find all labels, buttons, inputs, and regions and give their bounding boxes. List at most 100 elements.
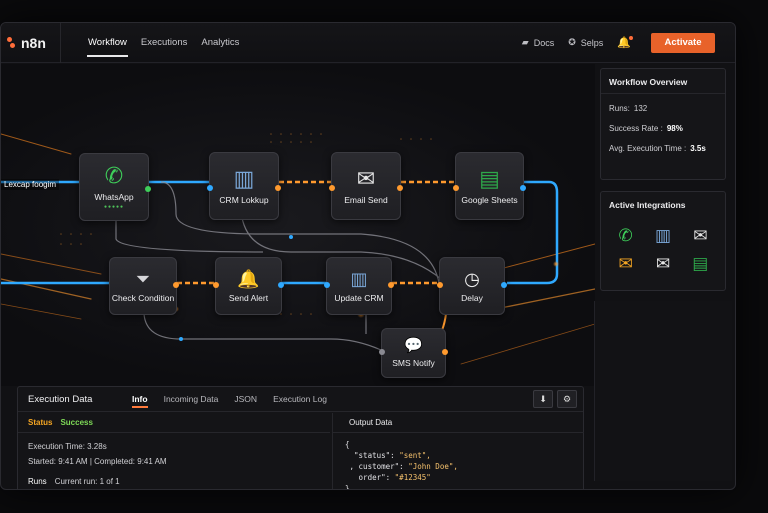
output-port[interactable] — [520, 185, 526, 191]
docs-label: Docs — [533, 37, 555, 48]
runs-row: Runs Current run: 1 of 1 — [18, 474, 330, 489]
runs-label: Runs — [28, 477, 47, 486]
gear-icon[interactable]: ⚙ — [557, 390, 577, 408]
node-email-send[interactable]: ✉ Email Send — [329, 152, 403, 220]
active-integrations-panel: Active Integrations ✆ ▥ ✉ ✉ ✉ ▤ — [600, 191, 726, 291]
whatsapp-icon[interactable]: ✆ — [619, 226, 633, 246]
panel-title: Execution Data — [28, 393, 93, 405]
stat-label: Avg. Execution Time : — [609, 144, 687, 153]
envelope-icon[interactable]: ✉ — [656, 254, 670, 274]
help-link[interactable]: ✪ Selps — [568, 37, 603, 48]
crm-icon: ▥ — [233, 165, 255, 191]
input-port[interactable] — [437, 282, 443, 288]
node-status-dots: ●●●●● — [103, 203, 125, 210]
node-label: Email Send — [344, 194, 388, 205]
activate-button[interactable]: Activate — [651, 32, 715, 53]
output-port[interactable] — [278, 282, 284, 288]
output-data: Output Data { "status": "sent", , custom… — [332, 413, 584, 490]
input-port[interactable] — [379, 349, 385, 355]
envelope-icon: ✉ — [356, 165, 376, 191]
node-label: Send Alert — [228, 292, 269, 303]
input-port[interactable] — [213, 282, 219, 288]
workflow-canvas[interactable]: Lexcap foogim ✆ WhatsApp ●●●●● ▥ CRM Lok… — [1, 64, 595, 386]
nav-executions[interactable]: Executions — [134, 23, 194, 63]
timing-info: Started: 9:41 AM | Completed: 9:41 AM — [28, 457, 167, 466]
notification-bell-icon[interactable]: 🔔 — [617, 36, 633, 49]
filter-icon: ⏷ — [135, 268, 151, 289]
node-crm-lookup[interactable]: ▥ CRM Lokkup — [207, 152, 281, 220]
crm-icon[interactable]: ▥ — [655, 226, 671, 246]
bell-icon: 🔔 — [237, 268, 260, 289]
tab-json[interactable]: JSON — [226, 387, 265, 412]
input-port[interactable] — [207, 185, 213, 191]
node-label: WhatsApp — [94, 191, 134, 202]
side-panel-empty — [594, 301, 732, 481]
envelope-icon[interactable]: ✉ — [693, 226, 707, 246]
connection-wires — [1, 133, 595, 365]
node-check-condition[interactable]: ⏷ Check Condition — [109, 257, 179, 315]
node-whatsapp[interactable]: ✆ WhatsApp ●●●●● — [79, 153, 151, 221]
execution-time: Execution Time: 3.28s — [28, 442, 107, 451]
runs-value: Current run: 1 of 1 — [54, 477, 120, 486]
help-icon: ✪ — [568, 37, 576, 47]
output-port[interactable] — [388, 282, 394, 288]
input-port[interactable] — [329, 185, 335, 191]
stat-value: 98% — [666, 124, 683, 133]
node-label: SMS Notify — [392, 358, 435, 368]
code-value: "sent", — [399, 451, 431, 460]
status-badge: Success — [60, 418, 93, 427]
stat-success-rate: Success Rate : 98% — [601, 113, 725, 133]
workflow-overview-panel: Workflow Overview Runs: 132 Success Rate… — [600, 68, 726, 180]
execution-data-panel: Execution Data Info Incoming Data JSON E… — [17, 386, 584, 490]
code-key: , customer": — [345, 462, 409, 471]
output-json[interactable]: { "status": "sent", , customer": "John D… — [333, 433, 584, 490]
tab-info[interactable]: Info — [124, 387, 156, 412]
node-update-crm[interactable]: ▥ Update CRM — [324, 257, 394, 315]
stat-value: 132 — [633, 104, 648, 113]
integration-grid: ✆ ▥ ✉ ✉ ✉ ▤ — [601, 216, 725, 284]
crm-icon: ▥ — [350, 268, 368, 289]
code-line: { — [345, 440, 350, 449]
status-row: Status Success — [18, 413, 330, 433]
node-delay[interactable]: ◷ Delay — [437, 257, 507, 315]
output-port[interactable] — [501, 282, 507, 288]
node-label: Delay — [461, 292, 483, 303]
stat-label: Success Rate : — [609, 124, 663, 133]
top-actions: ▰ Docs ✪ Selps 🔔 Activate — [522, 32, 735, 53]
status-label: Status — [28, 418, 53, 427]
book-icon: ▰ — [521, 37, 529, 47]
nav-analytics[interactable]: Analytics — [194, 23, 246, 63]
tab-execution-log[interactable]: Execution Log — [265, 387, 335, 412]
stat-avg-time: Avg. Execution Time : 3.5s — [601, 133, 725, 153]
node-google-sheets[interactable]: ▤ Google Sheets — [453, 152, 526, 220]
output-port[interactable] — [173, 282, 179, 288]
clock-icon: ◷ — [464, 268, 480, 289]
docs-link[interactable]: ▰ Docs — [522, 37, 554, 48]
input-port[interactable] — [453, 185, 459, 191]
stat-label: Runs: — [609, 104, 630, 113]
tab-incoming-data[interactable]: Incoming Data — [156, 387, 227, 412]
output-port[interactable] — [145, 186, 151, 192]
sheets-icon[interactable]: ▤ — [692, 254, 708, 274]
offscreen-node-label: Lexcap foogim — [1, 179, 60, 190]
code-line: }, — [345, 484, 355, 490]
code-value: "#12345" — [394, 473, 431, 482]
stat-runs: Runs: 132 — [601, 94, 725, 113]
input-port[interactable] — [324, 282, 330, 288]
code-key: order": — [345, 473, 395, 482]
node-send-alert[interactable]: 🔔 Send Alert — [213, 257, 284, 315]
output-port[interactable] — [442, 349, 448, 355]
logo-text: n8n — [21, 34, 46, 51]
download-icon[interactable]: ⬇ — [533, 390, 553, 408]
execution-info: Status Success Execution Time: 3.28s Sta… — [18, 413, 330, 489]
nav-workflow[interactable]: Workflow — [81, 23, 134, 63]
panel-title: Workflow Overview — [601, 69, 725, 94]
output-port[interactable] — [275, 185, 281, 191]
node-sms-notify[interactable]: 💬 SMS Notify — [379, 328, 448, 378]
logo[interactable]: n8n — [1, 23, 61, 63]
output-title: Output Data — [333, 413, 584, 433]
envelope-orange-icon[interactable]: ✉ — [619, 254, 633, 274]
node-label: CRM Lokkup — [219, 194, 269, 205]
stat-value: 3.5s — [690, 144, 706, 153]
output-port[interactable] — [397, 185, 403, 191]
